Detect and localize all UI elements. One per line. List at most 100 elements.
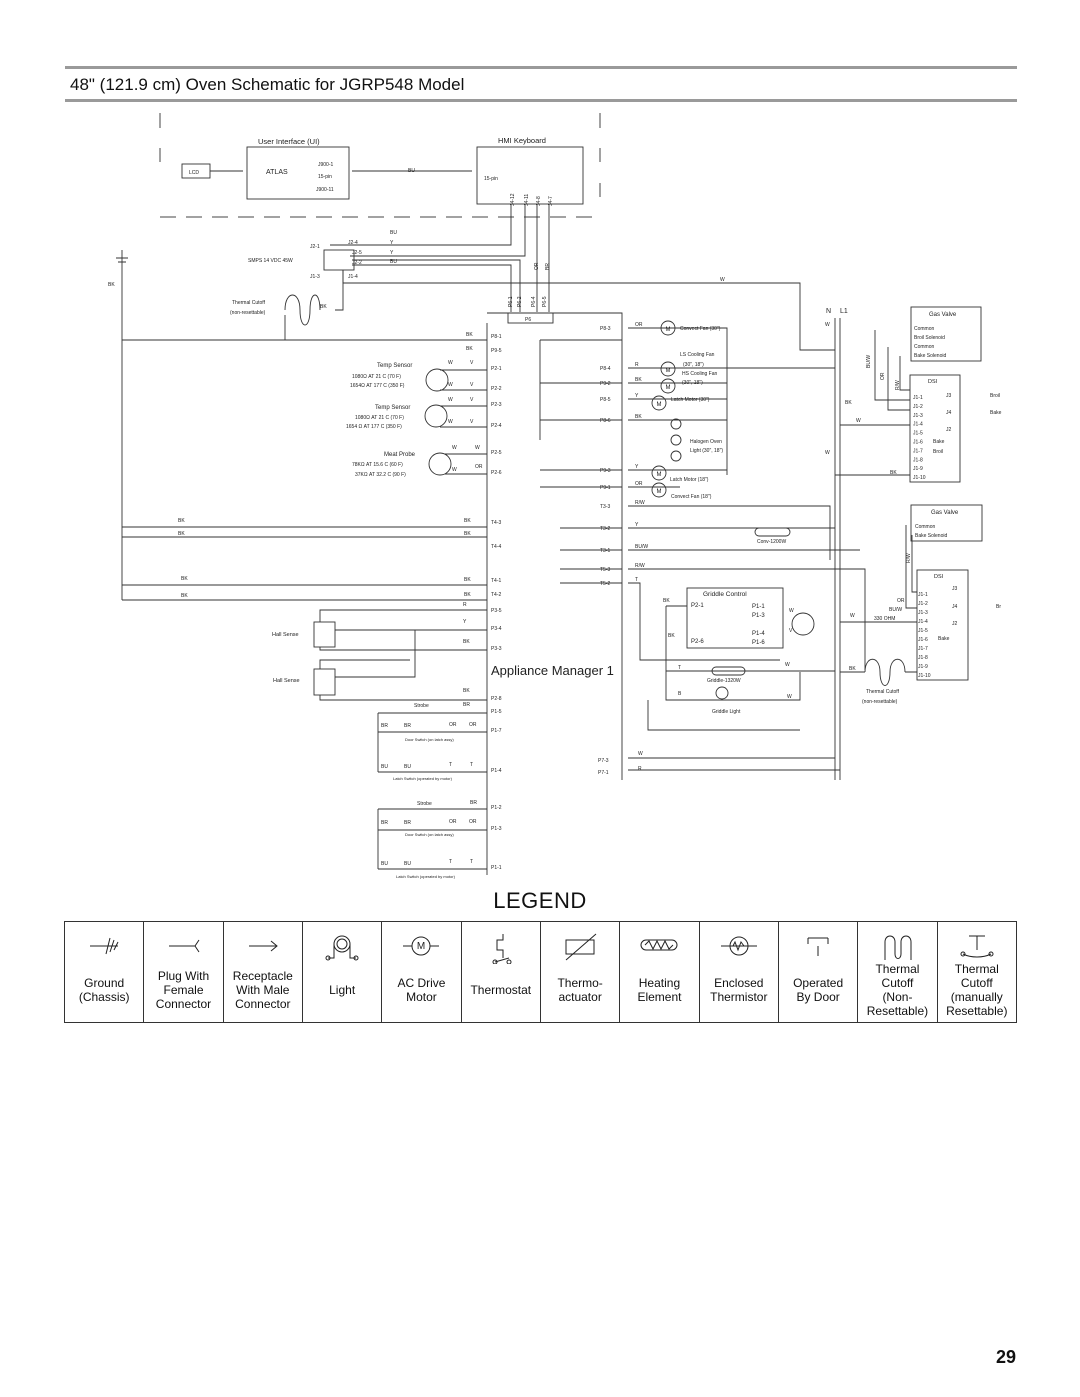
wire-label: BK [178,531,185,537]
dsi-pin-label: J1-3 [918,610,928,616]
schematic-label: P7-1 [598,770,609,776]
wire-label: BK [464,592,471,598]
relay-wires [539,339,622,584]
wire-label: BK [463,688,470,694]
wire-label: BK [463,639,470,645]
legend-item: Enclosed Thermistor [700,922,779,1022]
wire-label: BR [404,723,411,729]
motor-icon: M [666,368,671,374]
thermal-cutoff-top-icon [284,294,321,326]
lcd-label: LCD [189,170,199,176]
wire-label: BK [181,593,188,599]
schematic-label: HS Cooling Fan [682,371,718,377]
legend-label-line: Heating [638,976,681,990]
schematic-label: P2-1 [691,603,704,609]
schematic-label: P1-1 [752,604,765,610]
legend-item: Receptacle With Male Connector [224,922,303,1022]
hmi-pin-label: J4-11 [524,194,530,206]
wire-label: BR [463,702,470,708]
meat-probe-icon [428,452,452,476]
wire-label: T [678,665,681,671]
wire-label: Y [635,464,639,470]
heating-element-icon [640,939,678,951]
wire-label: W [452,445,457,451]
wire-label: OR [897,598,905,604]
connector-pin-label: P8-5 [600,397,611,403]
wire-label: BR [404,820,411,826]
connector-pin-label: P2-5 [491,450,502,456]
dsi-pin-label: J1-10 [913,475,926,481]
schematic-label: 78KΩ AT 15.6 C (60 F) [352,462,403,468]
connector-pin-label: T5-3 [600,567,611,573]
schematic-label: P1-6 [752,640,765,646]
wire-label: Y [635,522,639,528]
legend-label-line: Operated [793,976,844,990]
connector-pin-label: P2-4 [491,423,502,429]
wire-label: W [825,322,830,328]
motor-icon: M [666,385,671,391]
wire-label: BU/W [866,355,872,368]
legend-label-line: Plug With [157,969,210,983]
legend-item: Thermo-actuator [541,922,621,1022]
legend-label-line: By Door [796,990,840,1004]
hall-sense-wires [319,609,487,701]
dsi-pin-label: J1-7 [913,448,923,454]
schematic-label: Convect Fan (18") [671,494,712,500]
schematic-label: LS Cooling Fan [680,352,715,358]
schematic-label: J3 [946,393,952,399]
load-wires [628,327,866,670]
wire-label: V [470,382,474,388]
hall-sense-2-icon [313,668,336,696]
schematic-label: Broil [990,393,1000,399]
dsi-pin-label: J1-5 [913,431,923,437]
legend-label-line: Female [163,983,204,997]
legend-label-line: Enclosed [714,976,764,990]
l1-label: L1 [840,308,848,315]
legend-label-line: Ground [84,976,125,990]
wire-label: BU [381,764,388,770]
wire-label: OR [880,372,886,380]
wire-label: BK [108,282,115,288]
smps-box [323,249,355,271]
legend-label-line: Motor [406,990,437,1004]
legend-item-label: Thermostat [462,964,540,1016]
wire-label: OR [534,262,540,270]
dsi-pin-label: J1-8 [913,457,923,463]
dsi-pin-label: J1-9 [918,664,928,670]
motor-icon: M [403,936,440,956]
schematic-labels: User Interface (UI) LCD ATLAS J900-1 15-pin J… [108,136,1002,879]
wire-label: R/W [635,500,645,506]
legend-item: Thermostat [462,922,541,1022]
schematic-label: Door Switch (on latch assy) [405,737,454,742]
hmi-pin-label: J4-8 [536,196,542,206]
schematic-label: J4 [952,604,958,610]
smps-pin-label: J2-4 [348,240,358,246]
dsi-pin-label: J1-6 [913,440,923,446]
schematic-label: Latch Switch (operated by motor) [393,776,453,781]
wire-label: BU [390,259,397,265]
wire-label: B [678,691,682,697]
gas-valve-terminal: Broil Solenoid [914,335,945,341]
connector-pin-label: P2-8 [491,696,502,702]
wire-label: OR [635,322,643,328]
legend-item: Plug With Female Connector [144,922,224,1022]
connector-pin-label: T3-3 [600,504,611,510]
connector-pin-label: T5-2 [600,581,611,587]
gas-valve-terminal: Bake Solenoid [915,533,947,539]
schematic-label: Temp Sensor [377,363,412,369]
wire-label: OR [635,481,643,487]
schematic-label: Convect Fan (30") [680,326,721,332]
connector-pin-label: T3-1 [600,548,611,554]
schematic-label: 1080Ω AT 21 C (70 F) [355,415,404,421]
legend-table: Ground (Chassis) Plug With Female Connector R… [64,921,1017,1023]
wire-label: OR [469,722,477,728]
schematic-label: Gas Valve [931,510,959,516]
dsi-pin-label: J1-4 [918,619,928,625]
legend-label-line: Thermo- [557,976,603,990]
dsi-pin-label: J1-5 [918,628,928,634]
connector-pin-label: T4-2 [491,592,502,598]
schematic-label: J2 [952,621,958,627]
motor-icon: M [666,327,671,333]
wire-label: BK [181,576,188,582]
schematic-label: Broil [933,449,943,455]
